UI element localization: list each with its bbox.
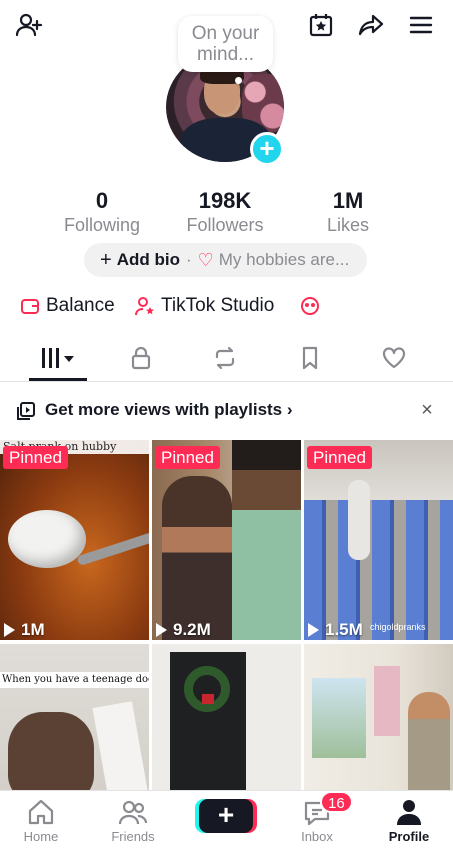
towel-image bbox=[92, 701, 148, 790]
nav-home[interactable]: Home bbox=[6, 797, 76, 845]
playlist-banner-text: Get more views with playlists › bbox=[45, 400, 293, 419]
video-tile[interactable]: Pinned 1.5M chigoldpranks bbox=[304, 440, 453, 640]
tiktok-studio-link[interactable]: TikTok Studio bbox=[135, 293, 274, 319]
dog-image bbox=[8, 712, 94, 790]
hobbies-prompt: My hobbies are... bbox=[218, 250, 350, 269]
view-count: 1M bbox=[4, 620, 45, 640]
wreath-image bbox=[184, 666, 230, 712]
status-bubble-tail bbox=[235, 77, 242, 84]
person-image bbox=[408, 692, 450, 790]
bookmark-icon bbox=[302, 346, 318, 370]
nav-profile-label: Profile bbox=[388, 829, 430, 844]
video-tile[interactable]: When you have a teenage dog😂 bbox=[0, 644, 149, 790]
person-image bbox=[162, 476, 232, 640]
active-tab-indicator bbox=[29, 378, 87, 381]
bus-seats-image bbox=[304, 500, 453, 640]
video-tile[interactable]: Pinned 9.2M bbox=[152, 440, 301, 640]
video-caption: When you have a teenage dog😂 bbox=[0, 672, 149, 688]
tiktok-studio-label: TikTok Studio bbox=[161, 295, 275, 316]
view-count-value: 1M bbox=[21, 620, 45, 639]
video-tile[interactable] bbox=[304, 644, 453, 790]
stat-label: Followers bbox=[186, 215, 264, 235]
separator-dot: · bbox=[185, 250, 192, 269]
person-image bbox=[232, 440, 301, 640]
play-icon bbox=[156, 623, 167, 637]
wallet-icon bbox=[21, 299, 39, 314]
view-count-value: 9.2M bbox=[173, 620, 211, 639]
stat-followers[interactable]: 198K Followers bbox=[170, 188, 280, 236]
add-bio-label: Add bio bbox=[116, 250, 180, 269]
wreath-bow-image bbox=[202, 694, 214, 704]
pinned-badge: Pinned bbox=[155, 446, 220, 469]
person-image bbox=[348, 480, 370, 560]
close-icon[interactable]: × bbox=[416, 399, 438, 422]
stat-label: Likes bbox=[326, 215, 370, 235]
add-avatar-button[interactable]: + bbox=[250, 132, 284, 166]
home-icon bbox=[28, 799, 54, 825]
playlist-banner[interactable]: Get more views with playlists › × bbox=[0, 393, 453, 429]
video-grid: Salt prank on hubby Pinned 1M Pinned 9.2… bbox=[0, 440, 453, 790]
sticker-icon bbox=[301, 297, 319, 315]
window-image bbox=[312, 678, 366, 758]
studio-person-icon bbox=[135, 297, 154, 316]
videos-grid-icon bbox=[42, 348, 74, 368]
view-count: 9.2M bbox=[156, 620, 211, 640]
lock-icon bbox=[131, 346, 151, 370]
heart-icon: ♡ bbox=[197, 249, 214, 270]
add-friend-icon[interactable] bbox=[12, 8, 46, 42]
view-count: 1.5M bbox=[308, 620, 363, 640]
balance-label: Balance bbox=[46, 295, 115, 316]
playlist-icon bbox=[17, 402, 35, 420]
spoon-handle bbox=[76, 531, 149, 567]
stat-value: 1M bbox=[332, 188, 364, 213]
tab-liked[interactable] bbox=[374, 342, 414, 374]
add-bio-chip[interactable]: + Add bio · ♡ My hobbies are... bbox=[84, 243, 367, 277]
menu-icon[interactable] bbox=[404, 8, 438, 42]
more-link[interactable] bbox=[300, 293, 326, 319]
inbox-badge: 16 bbox=[320, 791, 353, 813]
watermark: chigoldpranks bbox=[370, 622, 426, 632]
tab-reposts[interactable] bbox=[205, 342, 245, 374]
stat-likes[interactable]: 1M Likes bbox=[293, 188, 403, 236]
bottom-navigation: Home Friends + Inbox 16 Profile bbox=[0, 790, 453, 867]
calendar-star-icon[interactable] bbox=[304, 8, 338, 42]
heart-icon bbox=[382, 347, 406, 369]
pinned-badge: Pinned bbox=[307, 446, 372, 469]
repost-icon bbox=[215, 346, 235, 370]
nav-home-label: Home bbox=[23, 829, 59, 844]
share-icon[interactable] bbox=[354, 8, 388, 42]
pinned-badge: Pinned bbox=[3, 446, 68, 469]
spoon-image bbox=[8, 510, 86, 568]
nav-friends-label: Friends bbox=[111, 829, 155, 844]
nav-profile[interactable]: Profile bbox=[374, 797, 444, 845]
stat-following[interactable]: 0 Following bbox=[47, 188, 157, 236]
plus-icon: + bbox=[100, 249, 112, 271]
view-count-value: 1.5M bbox=[325, 620, 363, 639]
balance-link[interactable]: Balance bbox=[20, 293, 115, 319]
clothes-image bbox=[374, 666, 400, 736]
video-tile[interactable] bbox=[152, 644, 301, 790]
tab-videos[interactable] bbox=[36, 342, 80, 374]
create-button[interactable]: + bbox=[199, 799, 253, 833]
nav-friends[interactable]: Friends bbox=[98, 797, 168, 845]
nav-inbox-label: Inbox bbox=[301, 829, 333, 844]
stat-value: 0 bbox=[95, 188, 109, 213]
stat-label: Following bbox=[63, 215, 141, 235]
play-icon bbox=[308, 623, 319, 637]
stat-value: 198K bbox=[198, 188, 252, 213]
video-tile[interactable]: Salt prank on hubby Pinned 1M bbox=[0, 440, 149, 640]
profile-tabs bbox=[0, 336, 453, 382]
friends-icon bbox=[118, 800, 148, 825]
tab-favorites[interactable] bbox=[290, 342, 330, 374]
play-icon bbox=[4, 623, 15, 637]
tab-private[interactable] bbox=[121, 342, 161, 374]
status-bubble[interactable]: On your mind... bbox=[178, 16, 273, 72]
profile-icon bbox=[397, 800, 421, 825]
